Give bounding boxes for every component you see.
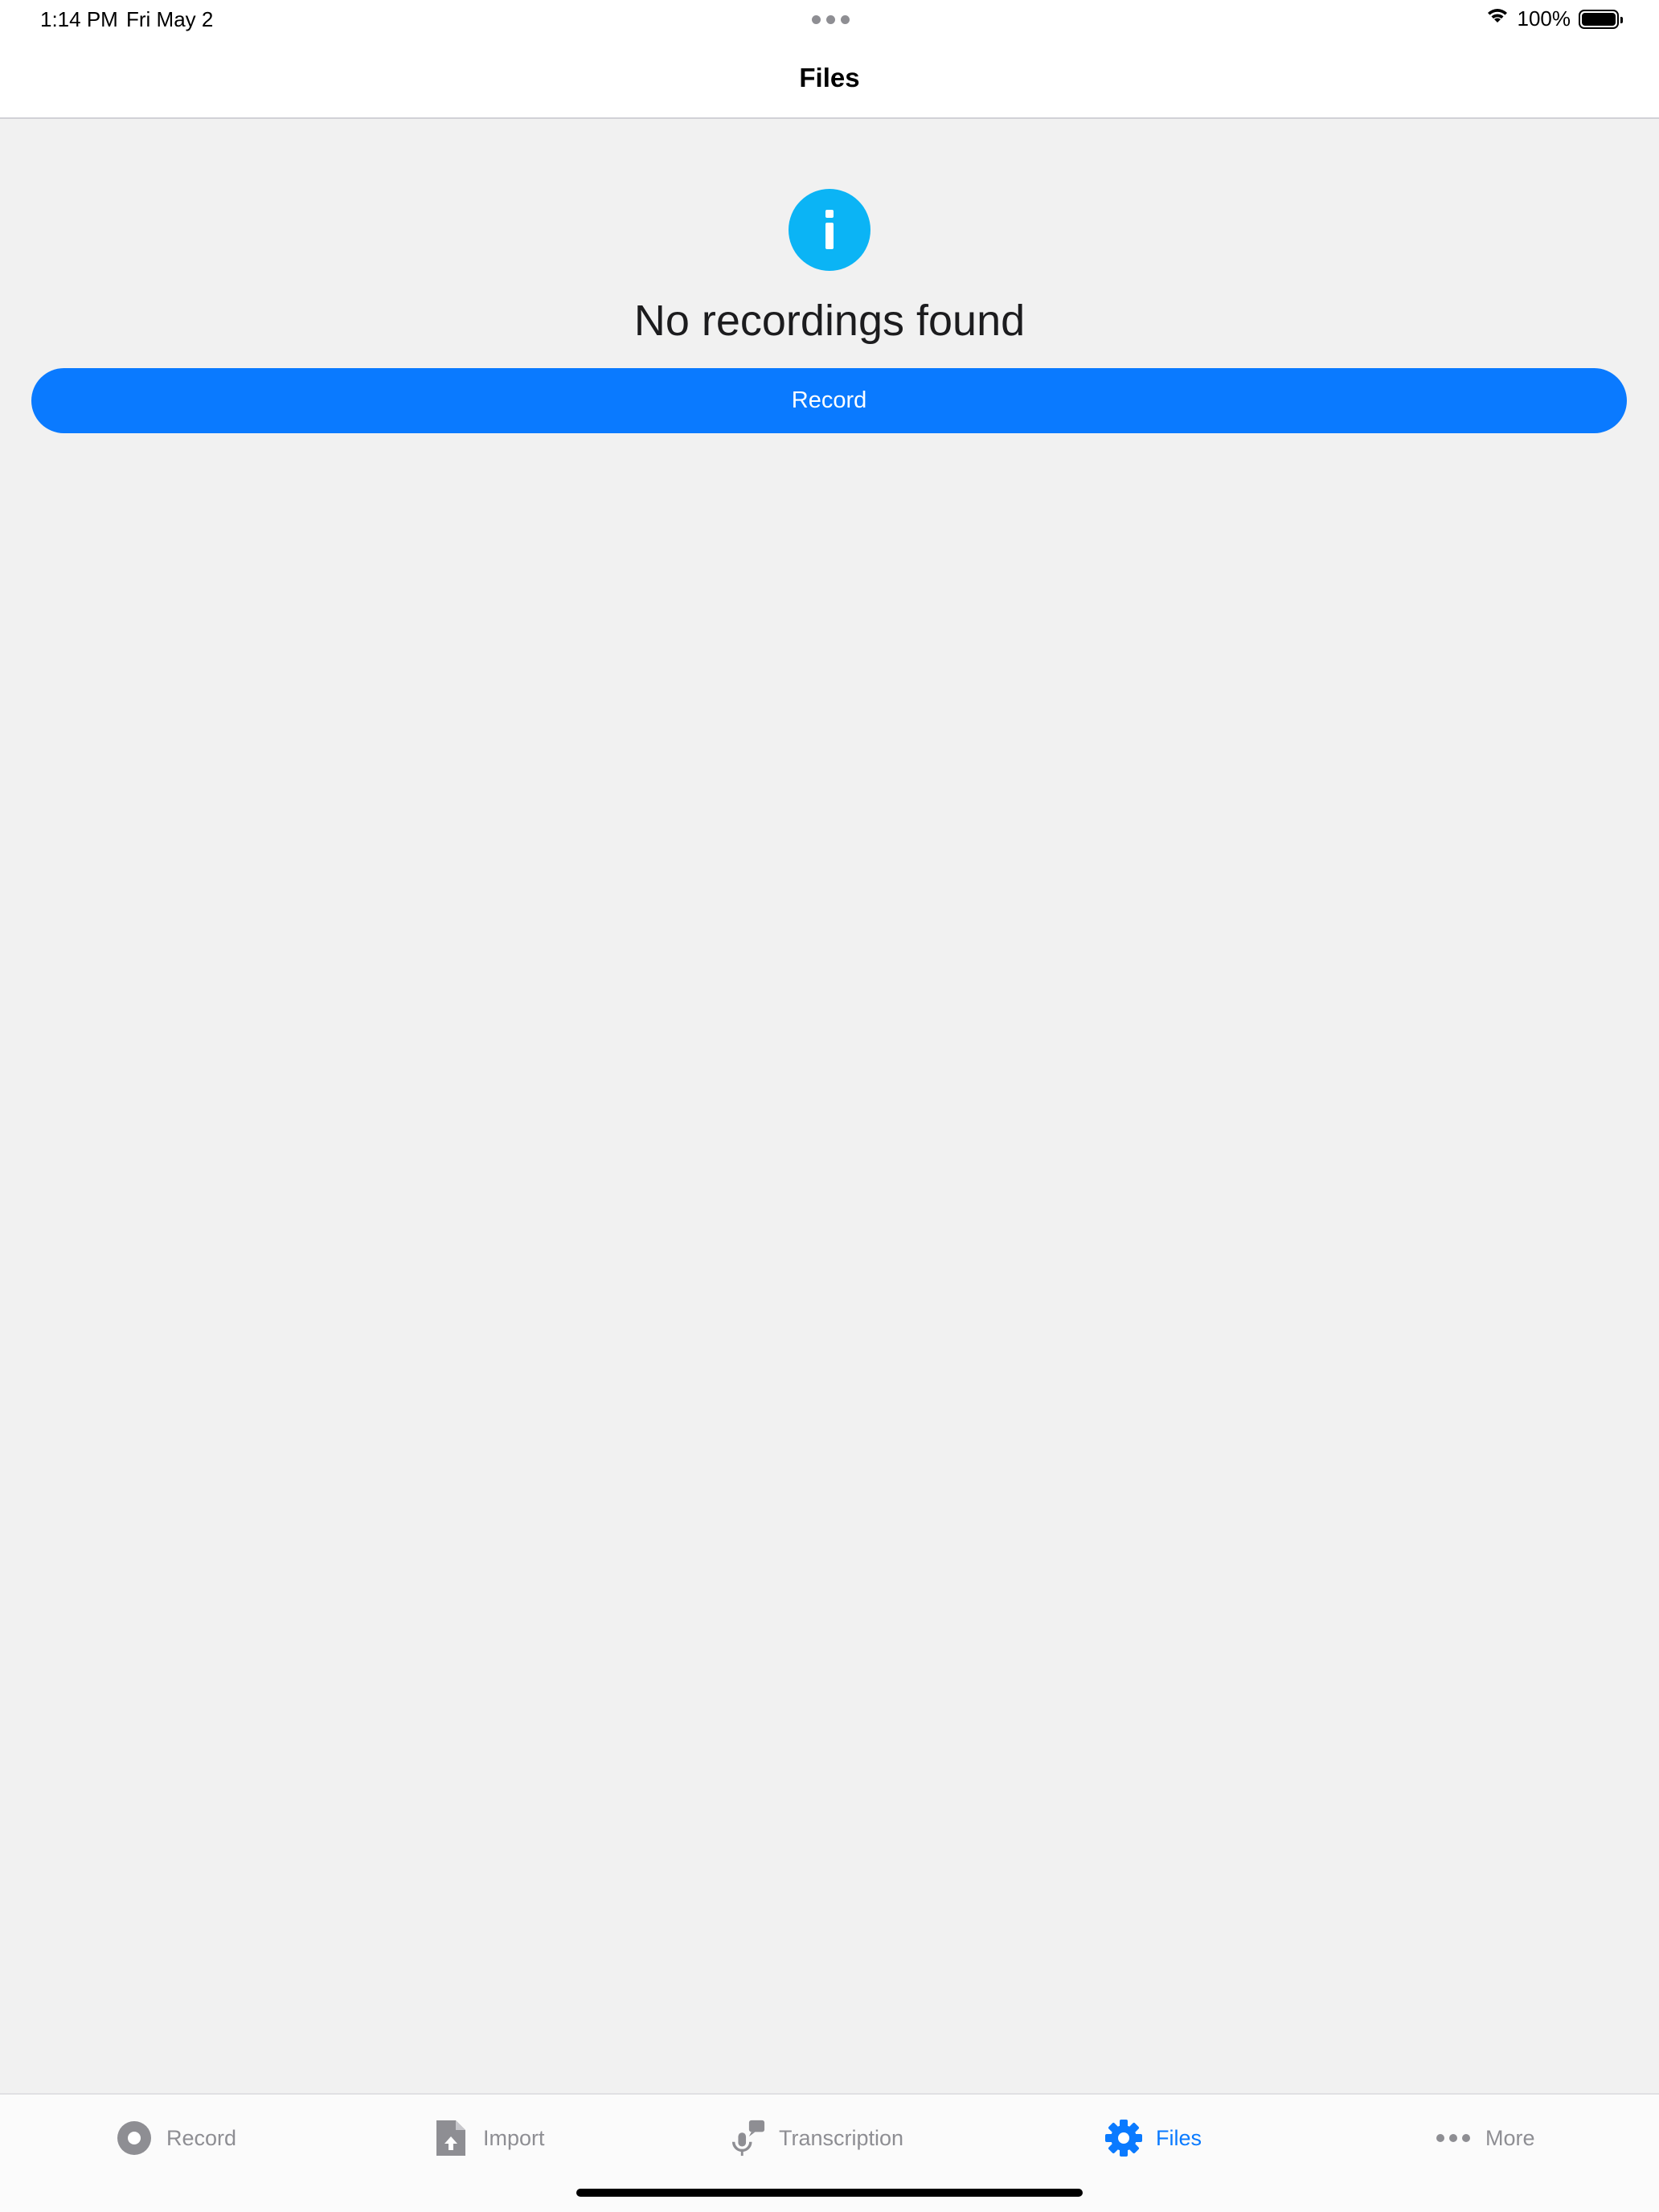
tab-transcription[interactable]: Transcription [727,2116,903,2161]
status-time: 1:14 PM [40,7,118,31]
home-indicator[interactable] [576,2189,1083,2197]
status-bar: 1:14 PM Fri May 2 100% [0,0,1659,39]
tab-label: Files [1156,2125,1202,2150]
more-dots-icon [1434,2119,1473,2157]
record-icon [115,2119,154,2157]
gear-icon [1104,2119,1143,2157]
record-button[interactable]: Record [31,368,1627,433]
multitask-dots-icon[interactable] [812,8,850,24]
battery-percent: 100% [1517,6,1571,31]
battery-icon [1579,9,1623,29]
tab-label: More [1485,2125,1535,2150]
status-right: 100% [1485,6,1623,31]
tab-label: Import [483,2125,545,2150]
info-icon [789,189,870,271]
tab-more[interactable]: More [1434,2116,1535,2161]
navigation-bar: Files [0,39,1659,119]
import-file-icon [432,2119,470,2157]
tab-record[interactable]: Record [115,2116,236,2161]
tab-label: Transcription [779,2125,904,2150]
tab-files[interactable]: Files [1104,2116,1202,2161]
transcription-icon [727,2119,766,2157]
wifi-icon [1485,6,1509,31]
empty-message: No recordings found [633,297,1026,345]
status-date: Fri May 2 [126,7,214,31]
tab-label: Record [166,2125,237,2150]
page-title: Files [799,63,860,92]
tab-import[interactable]: Import [432,2116,545,2161]
